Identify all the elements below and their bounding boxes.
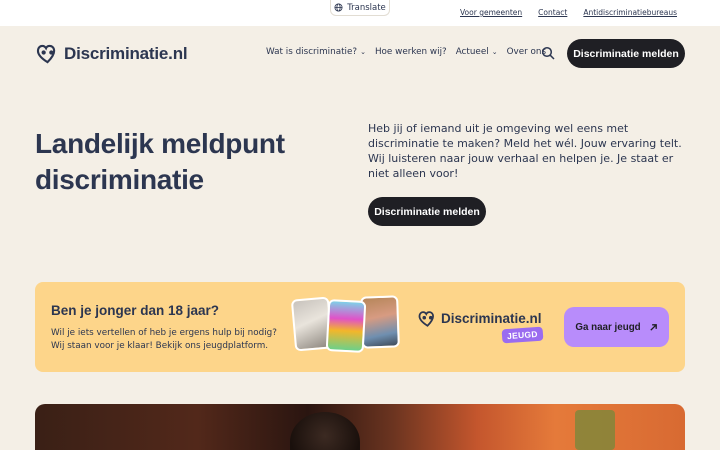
- photo-background-detail: [575, 410, 615, 450]
- youth-platform-logo: Discriminatie.nl: [417, 308, 542, 329]
- nav-label: Hoe werken wij?: [374, 47, 447, 57]
- logo-hearts-icon: [418, 311, 434, 327]
- site-logo[interactable]: Discriminatie.nl: [35, 41, 188, 66]
- go-to-youth-button[interactable]: Ga naar jeugd: [564, 307, 669, 347]
- chevron-down-icon: ⌄: [360, 48, 366, 56]
- nav-label: Wat is discriminatie?: [266, 47, 358, 57]
- nav-item-wat-is-discriminatie[interactable]: Wat is discriminatie? ⌄: [266, 47, 366, 57]
- report-discrimination-button[interactable]: Discriminatie melden: [567, 39, 685, 68]
- youth-photo-collage: [290, 295, 401, 354]
- youth-banner: Ben je jonger dan 18 jaar? Wil je iets v…: [35, 282, 685, 372]
- link-antidiscriminatiebureaus[interactable]: Antidiscriminatiebureaus: [583, 8, 677, 17]
- youth-photo: [360, 295, 400, 349]
- nav-label: Actueel: [455, 47, 489, 57]
- nav-item-hoe-werken-wij[interactable]: Hoe werken wij?: [375, 47, 447, 57]
- utility-bar: Translate Voor gemeenten Contact Antidis…: [0, 0, 720, 26]
- page-title: Landelijk meldpunt discriminatie: [35, 128, 285, 195]
- youth-logo-text: Discriminatie.nl: [441, 311, 542, 326]
- featured-photo: [35, 404, 685, 450]
- jeugd-badge: JEUGD: [501, 326, 544, 344]
- youth-banner-title: Ben je jonger dan 18 jaar?: [51, 303, 220, 318]
- utility-links: Voor gemeenten Contact Antidiscriminatie…: [460, 8, 677, 17]
- logo-text: Discriminatie.nl: [64, 43, 188, 63]
- translate-label: Translate: [347, 2, 386, 13]
- chevron-down-icon: ⌄: [491, 48, 498, 56]
- link-voor-gemeenten[interactable]: Voor gemeenten: [460, 8, 522, 17]
- translate-button[interactable]: Translate: [330, 0, 390, 16]
- youth-photo: [325, 299, 367, 353]
- nav-item-actueel[interactable]: Actueel ⌄: [456, 47, 498, 57]
- link-contact[interactable]: Contact: [538, 8, 567, 17]
- photo-person-silhouette: [290, 412, 360, 450]
- main-nav: Wat is discriminatie? ⌄ Hoe werken wij? …: [266, 47, 546, 57]
- search-icon[interactable]: [541, 46, 555, 60]
- hero-report-button[interactable]: Discriminatie melden: [368, 197, 486, 226]
- youth-banner-text: Wil je iets vertellen of heb je ergens h…: [51, 328, 277, 351]
- logo-hearts-icon: [36, 44, 56, 64]
- hero-intro-text: Heb jij of iemand uit je omgeving wel ee…: [368, 122, 682, 180]
- go-to-youth-label: Ga naar jeugd: [575, 321, 641, 333]
- arrow-up-right-icon: [649, 323, 657, 331]
- globe-icon: [334, 3, 343, 12]
